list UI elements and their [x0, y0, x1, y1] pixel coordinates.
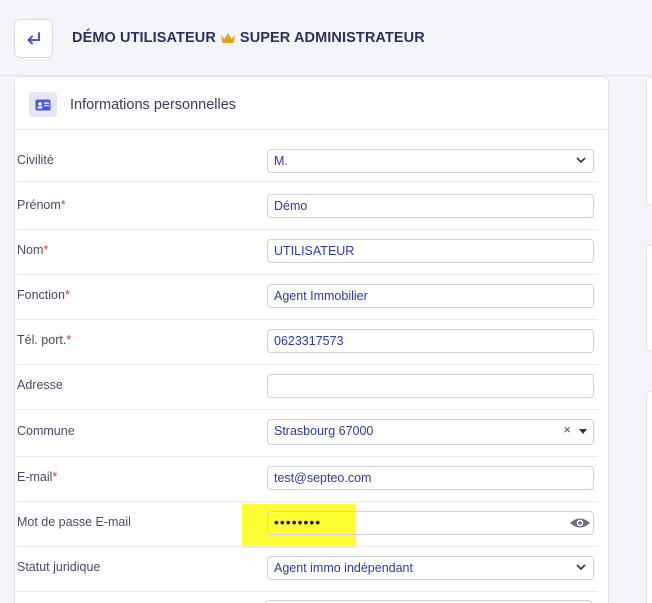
form-row-fonction: Fonction* Agent Immobilier	[17, 275, 598, 320]
card-header: Informations personnelles	[15, 77, 608, 130]
caret-down-icon	[579, 429, 587, 434]
input-value: Agent Immobilier	[274, 289, 368, 303]
field-label: Civilité	[17, 153, 54, 167]
adresse-input[interactable]	[267, 374, 594, 398]
id-card-icon	[29, 92, 57, 117]
label-text: Nom	[17, 243, 44, 257]
field-label: Mot de passe E-mail	[17, 515, 131, 529]
user-name: DÉMO UTILISATEUR	[72, 30, 216, 46]
form-row-password: Mot de passe E-mail ••••••••	[17, 502, 598, 547]
field-label: Tél. port.*	[17, 333, 71, 347]
prenom-input[interactable]: Démo	[267, 194, 594, 218]
statut-select[interactable]: Agent immo indépendant	[267, 556, 594, 580]
return-arrow-icon	[27, 31, 40, 44]
civilite-select[interactable]: M.	[267, 149, 594, 173]
select-value: M.	[274, 154, 288, 168]
required-mark: *	[52, 470, 58, 484]
input-value: 0623317573	[274, 334, 344, 348]
form-row-commune: Commune Strasbourg 67000 ×	[17, 410, 598, 457]
field-label: Adresse	[17, 378, 63, 392]
page-header: DÉMO UTILISATEUR SUPER ADMINISTRATEUR	[0, 0, 652, 76]
field-label: Nom*	[17, 243, 48, 257]
clear-icon[interactable]: ×	[563, 422, 571, 437]
fonction-input[interactable]: Agent Immobilier	[267, 284, 594, 308]
required-mark: *	[64, 288, 70, 302]
side-panel-fragment	[646, 390, 652, 603]
back-button[interactable]	[14, 19, 53, 58]
email-input[interactable]: test@septeo.com	[267, 466, 594, 490]
field-label: Commune	[17, 424, 75, 438]
required-mark: *	[43, 243, 49, 257]
card-title: Informations personnelles	[70, 97, 237, 113]
chevron-down-icon	[576, 157, 586, 164]
input-value: test@septeo.com	[274, 471, 372, 485]
chevron-down-icon	[576, 564, 586, 571]
required-mark: *	[60, 198, 66, 212]
form-row-civilite: Civilité M.	[17, 140, 598, 182]
input-value: UTILISATEUR	[274, 244, 355, 258]
form-row-statut: Statut juridique Agent immo indépendant	[17, 547, 598, 592]
crown-icon	[220, 33, 235, 43]
field-label: Prénom*	[17, 198, 66, 212]
form-row-prenom: Prénom* Démo	[17, 185, 598, 230]
password-input[interactable]: ••••••••	[267, 511, 594, 535]
required-mark: *	[66, 333, 72, 347]
commune-select[interactable]: Strasbourg 67000 ×	[267, 419, 594, 445]
label-text: Tél. port.	[17, 333, 67, 347]
label-text: Prénom	[17, 198, 61, 212]
form-row-email: E-mail* test@septeo.com	[17, 457, 598, 502]
eye-icon[interactable]	[569, 515, 591, 531]
field-label: Fonction*	[17, 288, 70, 302]
nom-input[interactable]: UTILISATEUR	[267, 239, 594, 263]
select-value: Agent immo indépendant	[274, 561, 413, 575]
form-row-adresse: Adresse	[17, 365, 598, 410]
tel-input[interactable]: 0623317573	[267, 329, 594, 353]
password-value: ••••••••	[274, 514, 322, 530]
label-text: E-mail	[17, 470, 53, 484]
input-value: Démo	[274, 199, 308, 213]
field-label: Statut juridique	[17, 560, 101, 574]
field-label: E-mail*	[17, 470, 57, 484]
form-row-nom: Nom* UTILISATEUR	[17, 230, 598, 275]
user-role: SUPER ADMINISTRATEUR	[239, 30, 425, 46]
select-value: Strasbourg 67000	[274, 424, 374, 438]
side-panel-fragment	[646, 76, 652, 206]
side-panel-fragment	[646, 244, 652, 352]
page-title: DÉMO UTILISATEUR SUPER ADMINISTRATEUR	[72, 30, 425, 46]
label-text: Fonction	[17, 288, 65, 302]
form-row-tel: Tél. port.* 0623317573	[17, 320, 598, 365]
